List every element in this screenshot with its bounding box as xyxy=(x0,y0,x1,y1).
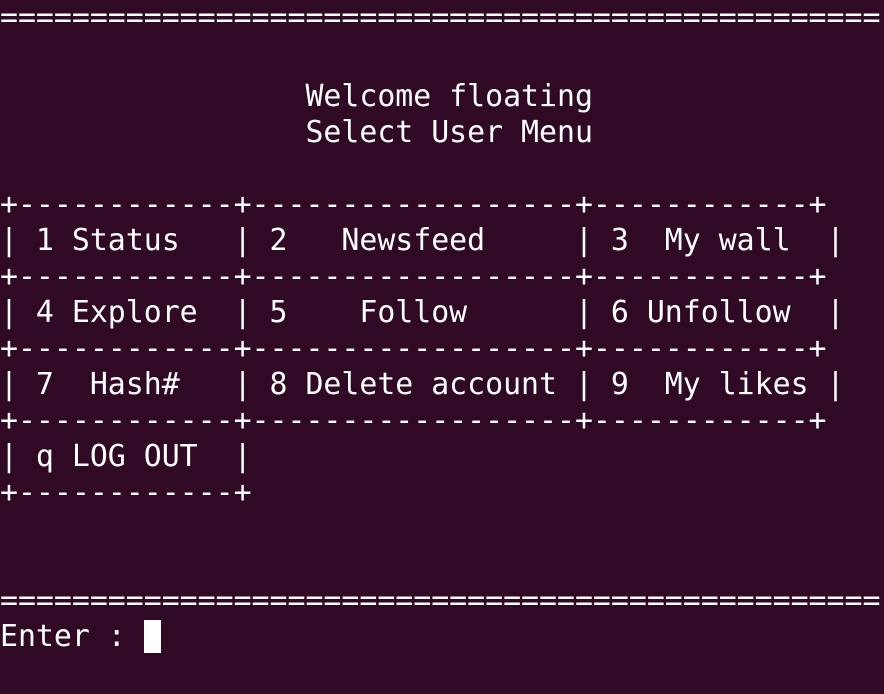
table-border: +------------+ xyxy=(0,475,252,510)
menu-row: | 4 Explore | 5 Follow | 6 Unfollow | xyxy=(0,295,845,330)
menu-row: | 7 Hash# | 8 Delete account | 9 My like… xyxy=(0,367,845,402)
table-border: +------------+------------------+-------… xyxy=(0,259,827,294)
terminal-window[interactable]: ========================================… xyxy=(0,0,884,694)
table-border: +------------+------------------+-------… xyxy=(0,187,827,222)
welcome-message: Welcome floating xyxy=(0,79,593,114)
text-cursor[interactable] xyxy=(143,620,161,653)
input-line[interactable]: Enter : xyxy=(0,619,161,655)
menu-row: | 1 Status | 2 Newsfeed | 3 My wall | xyxy=(0,223,845,258)
input-prompt: Enter : xyxy=(0,619,144,654)
menu-title: Select User Menu xyxy=(0,115,593,150)
table-border: +------------+------------------+-------… xyxy=(0,403,827,438)
menu-row: | q LOG OUT | xyxy=(0,439,252,474)
separator-bottom: ========================================… xyxy=(0,583,881,618)
table-border: +------------+------------------+-------… xyxy=(0,331,827,366)
separator-top: ========================================… xyxy=(0,0,881,35)
